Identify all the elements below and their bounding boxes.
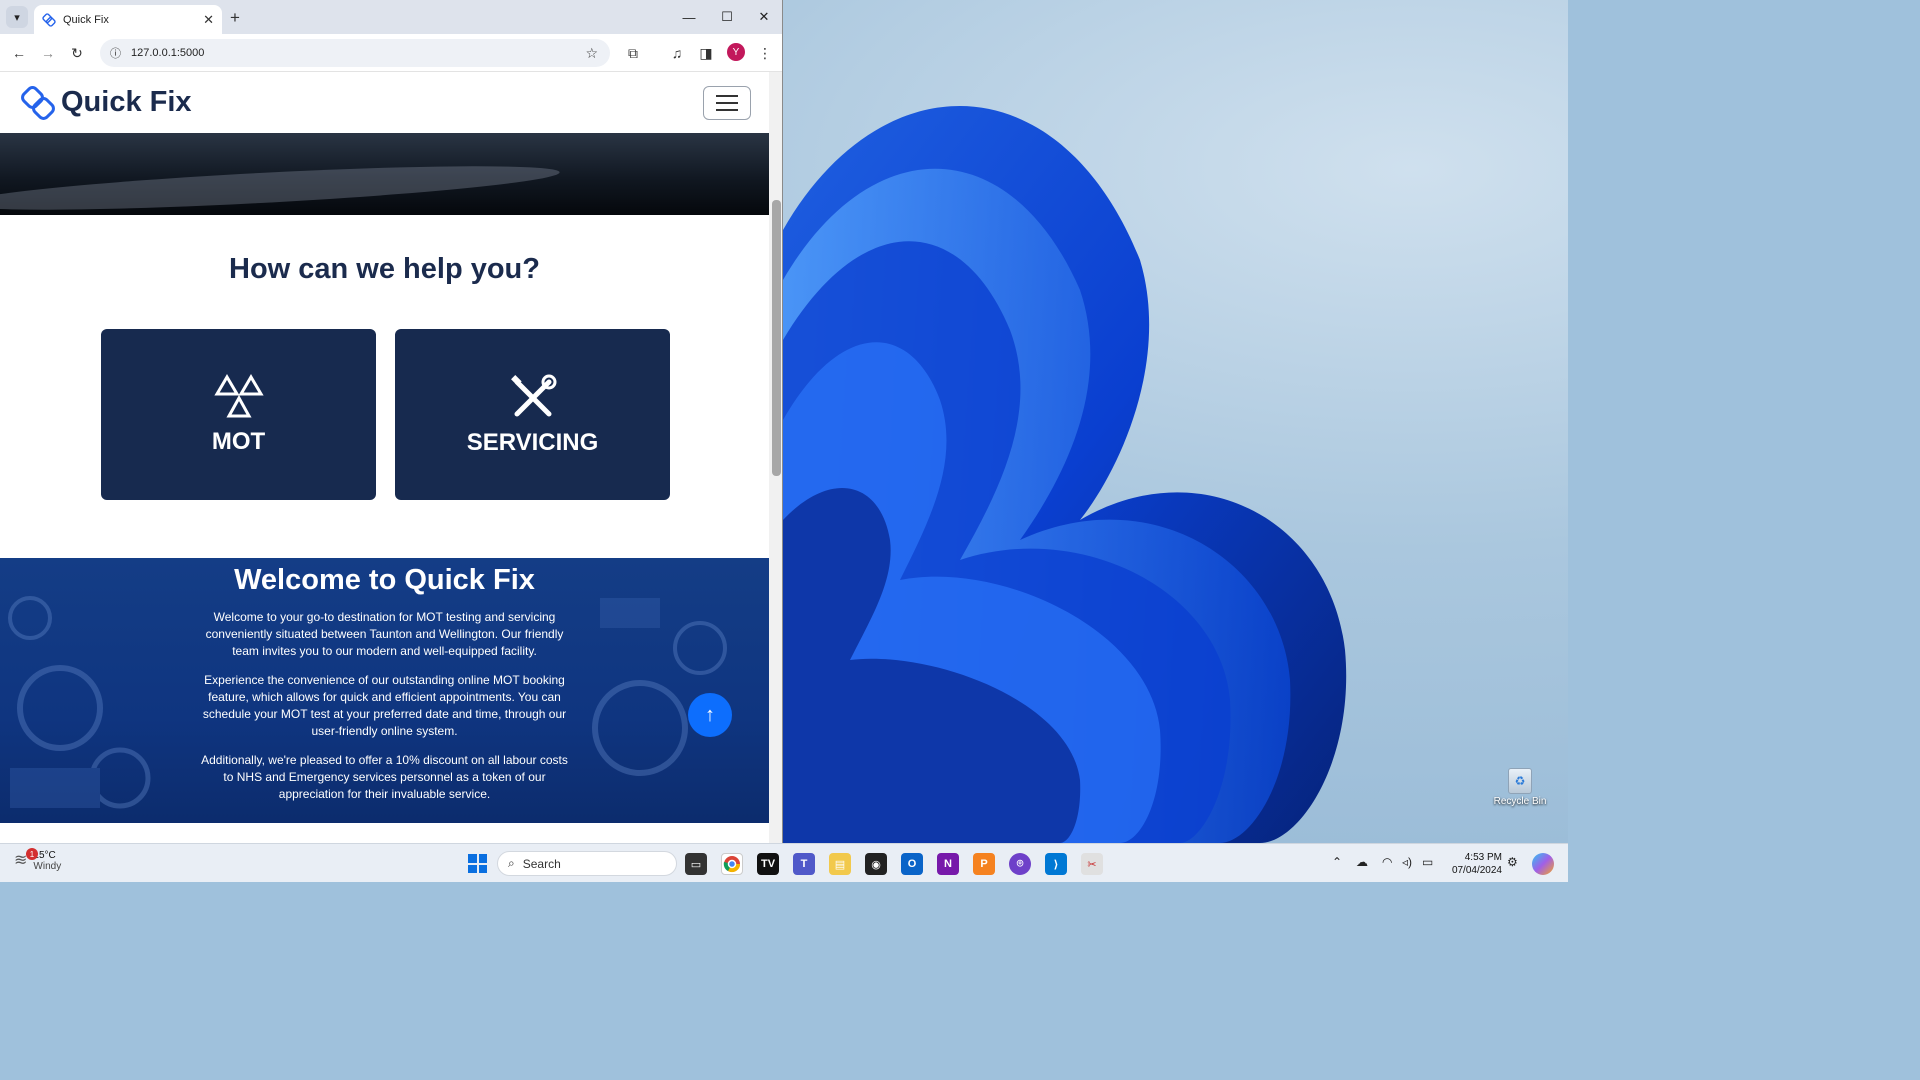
page-viewport: Quick Fix How can we help you? MOT SERVI… [0,72,769,843]
weather-notification-badge: 1 [26,848,38,860]
start-button[interactable] [468,854,487,873]
volume-icon[interactable]: ◃) [1402,855,1412,869]
reload-icon[interactable]: ↻ [67,43,87,63]
side-panel-icon[interactable]: ◨ [696,43,716,63]
maximize-button[interactable]: ☐ [708,0,746,34]
site-navbar: Quick Fix [0,72,769,133]
outlook-icon[interactable]: O [901,853,923,875]
hero-image [0,133,769,215]
browser-window: ▾ Quick Fix ✕ + — ☐ ✕ ← → ↻ ⓘ 127.0.0.1:… [0,0,783,843]
recycle-bin[interactable]: ♻ Recycle Bin [1492,768,1548,807]
taskbar: ≋ 1 15°C Windy ⌕ Search ▭ TV T ▤ ◉ O N P… [0,843,1568,882]
windows-logo-pane [468,854,477,863]
notifications-icon[interactable]: ⚙ [1507,855,1518,869]
weather-condition: Windy [33,861,62,872]
clock-date: 07/04/2024 [1451,865,1502,876]
windows-logo-pane [478,864,487,873]
clock[interactable]: 4:53 PM 07/04/2024 [1446,851,1502,877]
pdf-editor-icon[interactable]: P [973,853,995,875]
forward-icon[interactable]: → [38,43,58,63]
teams-icon[interactable]: T [793,853,815,875]
recycle-bin-icon: ♻ [1508,768,1532,794]
extensions-icon[interactable]: ⧉ [623,43,643,63]
tab-strip: ▾ Quick Fix ✕ + — ☐ ✕ [0,0,782,34]
tab-quick-fix[interactable]: Quick Fix ✕ [34,5,222,34]
taskbar-search[interactable]: ⌕ Search [497,851,677,876]
site-favicon-icon [42,12,56,27]
tab-close-icon[interactable]: ✕ [203,12,214,28]
tab-title: Quick Fix [63,13,109,26]
battery-icon[interactable]: ▭ [1422,855,1433,869]
task-view-icon[interactable]: ▭ [685,853,707,875]
site-info-icon[interactable]: ⓘ [110,45,121,61]
page-scrollbar[interactable] [769,72,782,843]
recycle-bin-label: Recycle Bin [1493,796,1547,807]
browser-toolbar: ← → ↻ ⓘ 127.0.0.1:5000 ☆ ⧉ ♫ ◨ ⋮ [0,34,782,72]
wrench-screwdriver-icon [510,374,556,416]
close-window-button[interactable]: ✕ [745,0,782,34]
chrome-logo [723,856,741,873]
arrow-up-icon: ↑ [705,703,715,726]
welcome-section: Welcome to Quick Fix Welcome to your go-… [0,558,769,823]
weather-widget[interactable]: ≋ 1 15°C Windy [14,848,62,872]
servicing-card-label: SERVICING [466,428,599,456]
onenote-icon[interactable]: N [937,853,959,875]
onedrive-icon[interactable]: ☁ [1356,855,1368,869]
mot-card-label: MOT [211,427,266,455]
services-heading: How can we help you? [229,253,540,285]
services-section: How can we help you? MOT SERVICING [0,215,769,558]
welcome-paragraph: Experience the convenience of our outsta… [202,673,567,738]
servicing-card[interactable]: SERVICING [395,329,670,500]
wifi-icon[interactable]: ◠ [1382,855,1392,869]
clock-time: 4:53 PM [1464,852,1502,863]
back-to-top-button[interactable]: ↑ [688,693,732,737]
hamburger-line [716,109,738,111]
menu-kebab-icon[interactable]: ⋮ [755,43,775,63]
chevron-down-icon: ▾ [14,11,20,24]
snipping-tool-icon[interactable]: ✂ [1081,853,1103,875]
file-explorer-icon[interactable]: ▤ [829,853,851,875]
scrollbar-thumb[interactable] [772,200,781,476]
hamburger-line [716,102,738,104]
welcome-paragraph: Welcome to your go-to destination for MO… [205,610,564,658]
minimize-button[interactable]: — [670,0,708,34]
taskbar-search-placeholder: Search [522,856,561,871]
chrome-icon[interactable] [721,853,743,875]
hamburger-line [716,95,738,97]
new-tab-button[interactable]: + [230,8,240,28]
nav-toggle-button[interactable] [703,86,751,120]
copilot-icon[interactable] [1532,853,1554,875]
back-icon[interactable]: ← [9,43,29,63]
media-controls-icon[interactable]: ♫ [667,43,687,63]
alienware-icon[interactable]: ◉ [865,853,887,875]
quick-fix-logo-icon[interactable] [20,85,56,121]
welcome-heading: Welcome to Quick Fix [234,564,535,596]
tab-search-button[interactable]: ▾ [6,6,28,28]
bookmark-star-icon[interactable]: ☆ [585,45,598,62]
url-text: 127.0.0.1:5000 [131,47,205,59]
search-icon: ⌕ [508,856,515,870]
address-bar[interactable]: ⓘ 127.0.0.1:5000 ☆ [100,39,610,67]
windows-logo-pane [468,864,477,873]
welcome-paragraph: Additionally, we're pleased to offer a 1… [201,753,568,801]
chevron-up-icon[interactable]: ⌃ [1332,855,1342,869]
tradingview-icon[interactable]: TV [757,853,779,875]
vscode-icon[interactable]: ⟩ [1045,853,1067,875]
profile-avatar[interactable]: Y [727,43,745,61]
brand-name[interactable]: Quick Fix [61,86,192,119]
windows-logo-pane [478,854,487,863]
mot-card[interactable]: MOT [101,329,376,500]
github-icon[interactable]: ⌾ [1009,853,1031,875]
mot-triangles-icon [213,373,264,417]
